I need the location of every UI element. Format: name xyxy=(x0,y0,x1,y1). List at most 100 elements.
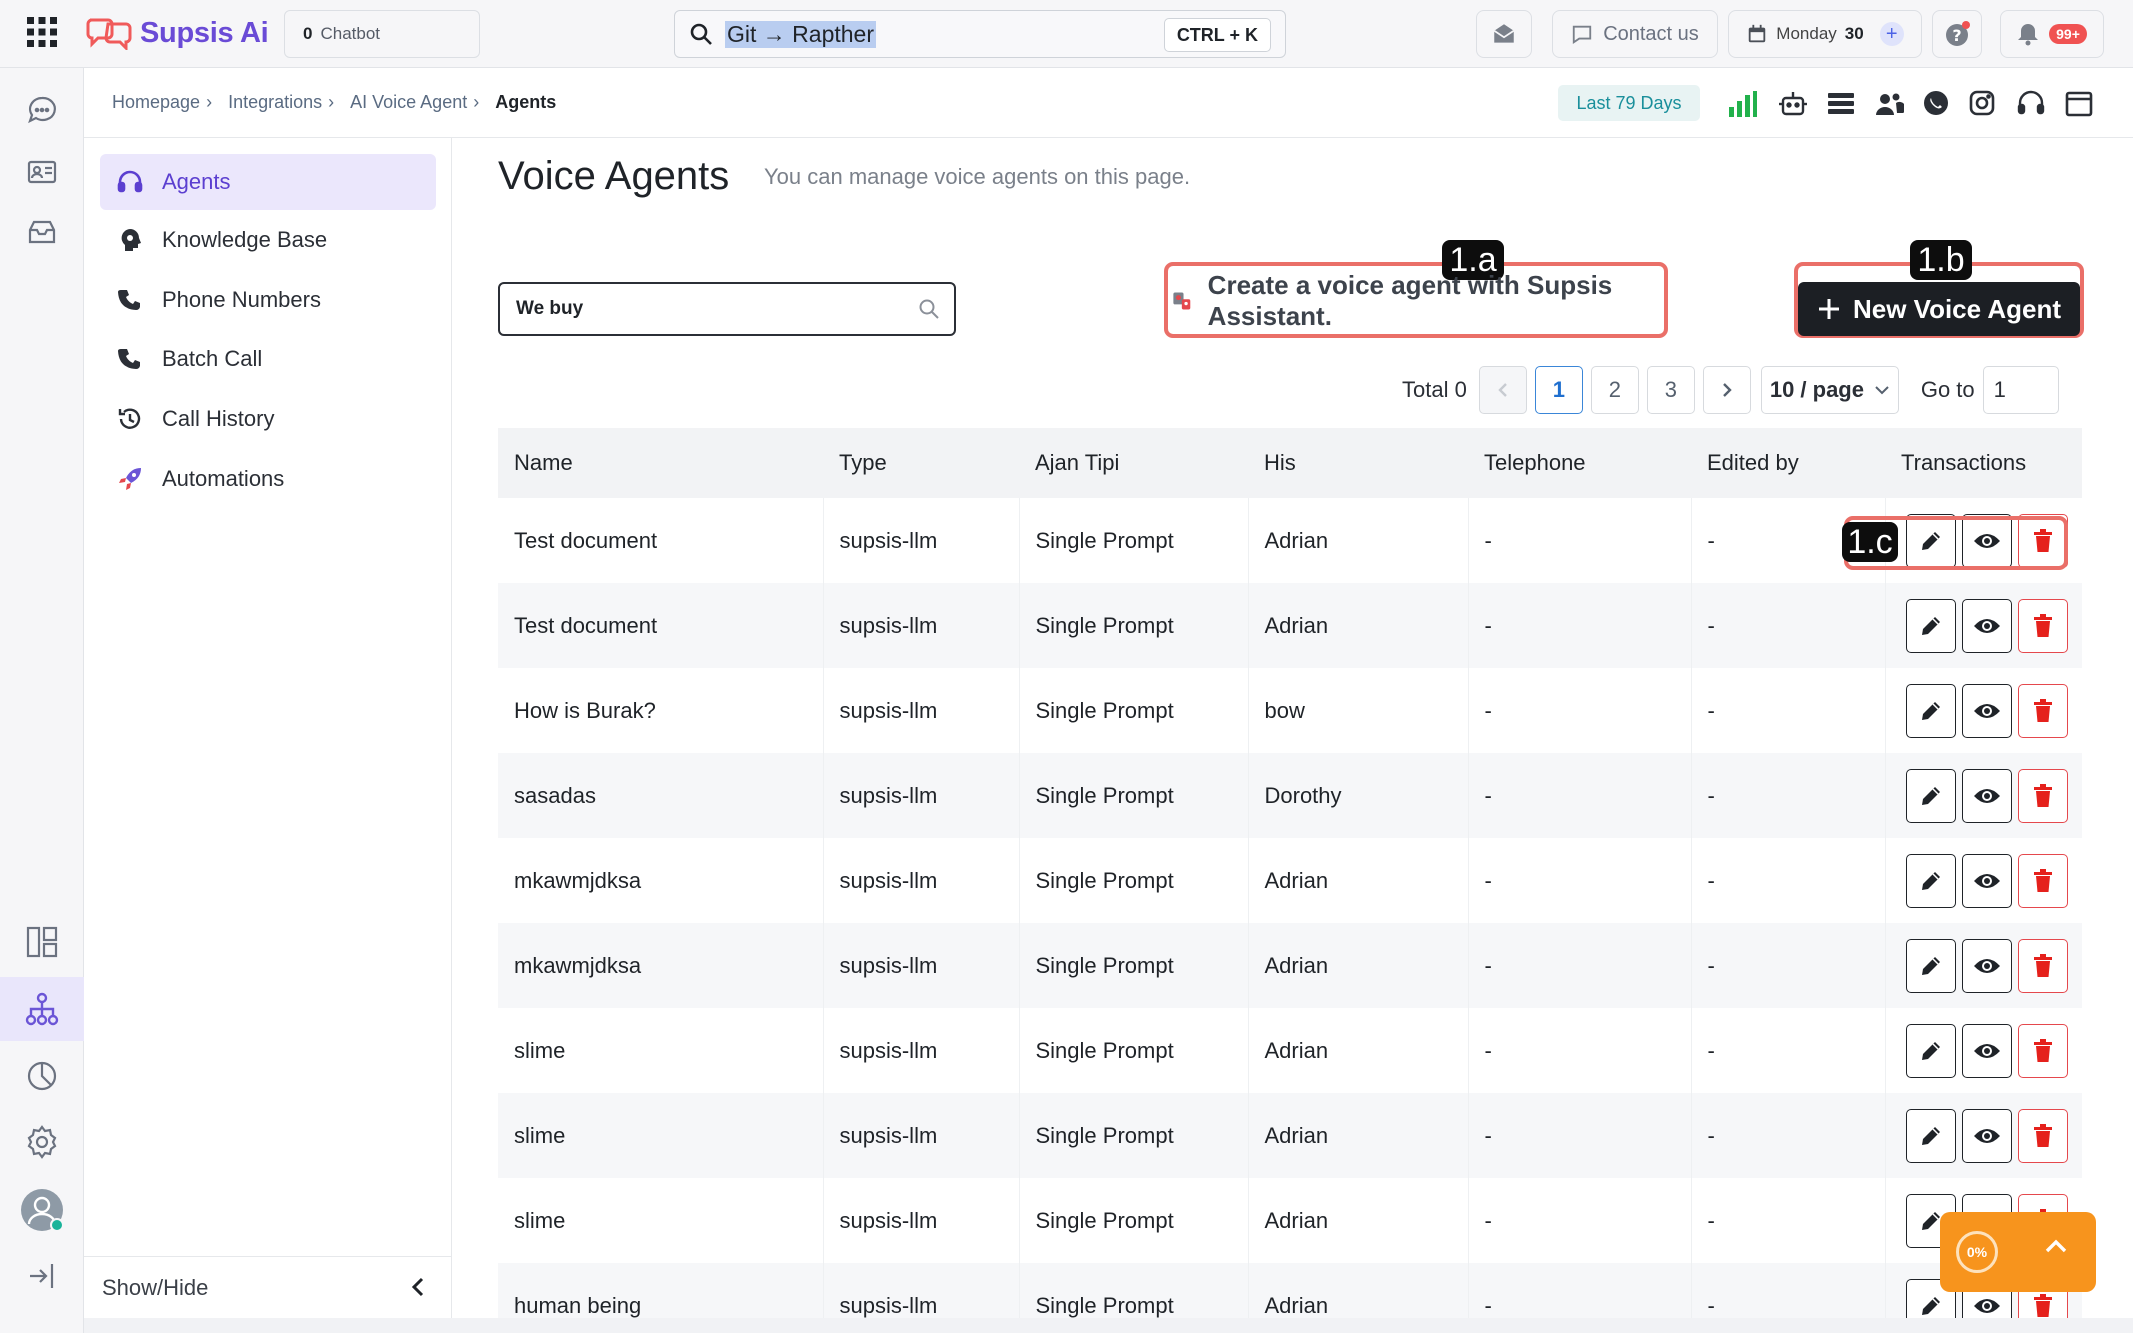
view-button[interactable] xyxy=(1962,853,2012,908)
edit-button[interactable] xyxy=(1906,938,1956,993)
actions-cell xyxy=(1885,668,2082,753)
robot-icon[interactable] xyxy=(1778,89,1808,119)
breadcrumb-item[interactable]: AI Voice Agent xyxy=(350,92,467,113)
rail-inbox-icon[interactable] xyxy=(20,210,64,254)
whatsapp-icon[interactable] xyxy=(1922,89,1952,119)
window-icon[interactable] xyxy=(2064,89,2094,119)
collapse-rail-icon[interactable] xyxy=(20,1254,64,1298)
menu-item-call-history[interactable]: Call History xyxy=(100,391,436,447)
edit-button[interactable] xyxy=(1906,768,1956,823)
eye-icon xyxy=(1974,703,2000,718)
view-button[interactable] xyxy=(1962,1108,2012,1163)
view-button[interactable] xyxy=(1962,598,2012,653)
progress-widget[interactable]: 0% xyxy=(1940,1212,2096,1292)
edit-button[interactable] xyxy=(1906,598,1956,653)
instagram-icon[interactable] xyxy=(1968,89,1998,119)
rail-reports-icon[interactable] xyxy=(20,1054,64,1098)
contact-us-button[interactable]: Contact us xyxy=(1552,10,1718,58)
table-cell: Adrian xyxy=(1248,1263,1469,1318)
delete-button[interactable] xyxy=(2018,1023,2068,1078)
menu-item-phone-numbers[interactable]: Phone Numbers xyxy=(100,272,436,328)
table-cell: - xyxy=(1691,753,1886,838)
app-logo[interactable]: Supsis Ai xyxy=(86,12,269,54)
table-row[interactable]: human being supsis-llm Single Prompt Adrian… xyxy=(498,1263,2082,1318)
view-button[interactable] xyxy=(1962,938,2012,993)
assistant-button-label: Create a voice agent with Supsis Assista… xyxy=(1207,270,1613,331)
help-button[interactable]: ? xyxy=(1932,10,1982,58)
table-row[interactable]: slime supsis-llm Single Prompt Adrian - - xyxy=(498,1178,2082,1263)
menu-item-batch-call[interactable]: Batch Call xyxy=(100,331,436,387)
agent-search-input[interactable]: We buy xyxy=(498,282,956,336)
search-icon xyxy=(918,298,940,320)
table-row[interactable]: slime supsis-llm Single Prompt Adrian - - xyxy=(498,1008,2082,1093)
view-button[interactable] xyxy=(1962,683,2012,738)
rail-dashboard-icon[interactable] xyxy=(20,920,64,964)
inbox-button[interactable] xyxy=(1476,10,1532,58)
global-search-input[interactable]: Git → Rapther CTRL + K xyxy=(674,10,1286,58)
delete-button[interactable] xyxy=(2018,598,2068,653)
edit-button[interactable] xyxy=(1906,1108,1956,1163)
menu-item-automations[interactable]: Automations xyxy=(100,451,436,507)
table-row[interactable]: mkawmjdksa supsis-llm Single Prompt Adrian -… xyxy=(498,838,2082,923)
apps-grid-icon[interactable] xyxy=(26,16,62,52)
next-page-button[interactable] xyxy=(1702,366,1751,414)
history-icon xyxy=(116,405,144,433)
trash-icon xyxy=(2034,783,2052,807)
team-icon[interactable] xyxy=(1874,89,1904,119)
page-button[interactable]: 1 xyxy=(1534,366,1583,414)
eye-icon xyxy=(1974,958,2000,973)
table-cell: - xyxy=(1468,498,1692,583)
rail-contacts-icon[interactable] xyxy=(20,150,64,194)
table-row[interactable]: How is Burak? supsis-llm Single Prompt bow -… xyxy=(498,668,2082,753)
edit-button[interactable] xyxy=(1906,683,1956,738)
table-row[interactable]: Test document supsis-llm Single Prompt Adri… xyxy=(498,583,2082,668)
notifications-button[interactable]: 99+ xyxy=(2000,10,2104,58)
edit-button[interactable] xyxy=(1906,1023,1956,1078)
rail-integrations-icon[interactable] xyxy=(20,987,64,1031)
delete-button[interactable] xyxy=(2018,938,2068,993)
page-button[interactable]: 3 xyxy=(1646,366,1695,414)
show-hide-toggle[interactable]: Show/Hide xyxy=(84,1256,452,1318)
user-avatar[interactable] xyxy=(20,1188,64,1232)
chevron-up-icon[interactable] xyxy=(2044,1238,2068,1254)
delete-button[interactable] xyxy=(2018,683,2068,738)
delete-button[interactable] xyxy=(2018,1108,2068,1163)
date-range-button[interactable]: Last 79 Days xyxy=(1558,85,1700,121)
mail-icon xyxy=(1493,24,1515,43)
add-event-icon[interactable]: + xyxy=(1879,22,1904,46)
new-voice-agent-button[interactable]: New Voice Agent xyxy=(1798,282,2080,336)
rail-chat-icon[interactable] xyxy=(20,88,64,132)
delete-button[interactable] xyxy=(2018,853,2068,908)
page-button[interactable]: 2 xyxy=(1590,366,1639,414)
prev-page-button[interactable] xyxy=(1478,366,1527,414)
breadcrumb-item[interactable]: Homepage xyxy=(112,92,200,113)
chatbot-selector[interactable]: 0 Chatbot xyxy=(284,10,480,58)
view-button[interactable] xyxy=(1962,1023,2012,1078)
support-headset-icon[interactable] xyxy=(2016,89,2046,119)
chevron-left-icon[interactable] xyxy=(408,1275,428,1299)
table-cell: bow xyxy=(1248,668,1469,753)
menu-item-agents[interactable]: Agents xyxy=(100,154,436,210)
signal-bars-icon[interactable] xyxy=(1727,89,1757,119)
rail-settings-icon[interactable] xyxy=(20,1120,64,1164)
date-selector[interactable]: Monday 30 + xyxy=(1728,10,1922,58)
list-icon[interactable] xyxy=(1826,89,1856,119)
goto-page-input[interactable]: 1 xyxy=(1982,366,2059,414)
breadcrumb-item[interactable]: Integrations xyxy=(228,92,322,113)
actions-cell xyxy=(1885,923,2082,1008)
brain-head-icon xyxy=(116,226,144,254)
table-row[interactable]: mkawmjdksa supsis-llm Single Prompt Adrian -… xyxy=(498,923,2082,1008)
trash-icon xyxy=(2034,868,2052,892)
table-cell: supsis-llm xyxy=(823,668,1020,753)
table-cell: - xyxy=(1691,1178,1886,1263)
create-with-assistant-button[interactable]: Create a voice agent with Supsis Assista… xyxy=(1170,270,1660,331)
breadcrumb-separator: › xyxy=(473,92,480,112)
view-button[interactable] xyxy=(1962,768,2012,823)
table-row[interactable]: slime supsis-llm Single Prompt Adrian - - xyxy=(498,1093,2082,1178)
delete-button[interactable] xyxy=(2018,768,2068,823)
plus-icon xyxy=(1818,299,1839,319)
page-size-select[interactable]: 10 / page xyxy=(1760,366,1899,414)
table-row[interactable]: sasadas supsis-llm Single Prompt Dorothy - - xyxy=(498,753,2082,838)
edit-button[interactable] xyxy=(1906,853,1956,908)
menu-item-knowledge-base[interactable]: Knowledge Base xyxy=(100,212,436,268)
